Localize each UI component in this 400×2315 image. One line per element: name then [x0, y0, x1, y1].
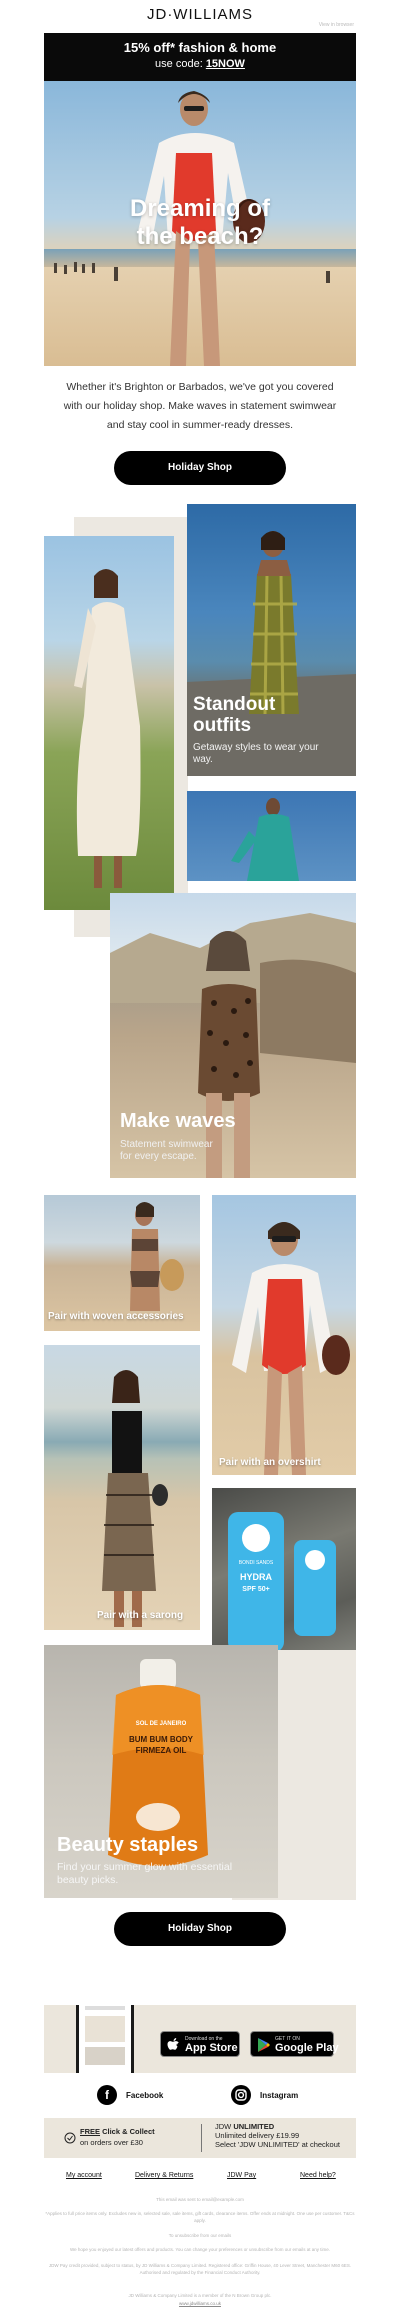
instagram-icon[interactable]: [231, 2085, 251, 2105]
intro-copy: Whether it's Brighton or Barbados, we've…: [63, 381, 337, 431]
leopard-swimsuit-figure: [110, 913, 356, 1178]
make-waves-subtitle-line1: Statement swimwear: [120, 1139, 213, 1150]
footer-link-account[interactable]: My account: [66, 2172, 102, 2179]
unlimited-title-line: JDW UNLIMITED: [215, 2122, 340, 2131]
facebook-icon[interactable]: f: [97, 2085, 117, 2105]
unlimited-text[interactable]: JDW UNLIMITED Unlimited delivery £19.99 …: [215, 2122, 340, 2149]
make-waves-subtitle: Statement swimwear for every escape.: [120, 1139, 213, 1163]
fine-print-credit: JDW Pay credit provided, subject to stat…: [48, 2263, 352, 2275]
footer-link-help[interactable]: Need help?: [300, 2172, 336, 2179]
instagram-glyph: [235, 2089, 247, 2101]
make-waves-subtitle-line2: for every escape.: [120, 1151, 197, 1162]
overshirt-image[interactable]: [212, 1195, 356, 1475]
click-collect-text[interactable]: FREE Click & Collect on orders over £30: [80, 2127, 155, 2147]
beauty-title: Beauty staples: [57, 1834, 199, 1856]
sarong-figure: [102, 1370, 168, 1627]
delivery-banner: FREE Click & Collect on orders over £30 …: [44, 2118, 356, 2158]
unlimited-title: UNLIMITED: [233, 2122, 275, 2131]
google-play-icon: [258, 2038, 270, 2052]
hero-title-line1: Dreaming of: [129, 195, 270, 222]
fine-print-preferences: We hope you enjoyed our latest offers an…: [70, 2247, 330, 2252]
promo-code-line: use code: 15NOW: [44, 55, 356, 70]
check-circle-icon: [64, 2132, 76, 2144]
promo-code: 15NOW: [205, 58, 245, 70]
delivery-divider: [201, 2124, 202, 2152]
footer-link-delivery[interactable]: Delivery & Returns: [135, 2172, 193, 2179]
fine-print-offer-terms: *Applies to full price items only. Exclu…: [45, 2211, 355, 2223]
instagram-link[interactable]: Instagram: [260, 2091, 298, 2100]
app-store-label: App Store: [185, 2042, 238, 2054]
woven-accessories-caption: Pair with woven accessories: [48, 1311, 184, 1322]
app-store-button[interactable]: Download on the App Store: [160, 2031, 240, 2057]
oil-label-line2: FIRMEZA OIL: [135, 1746, 187, 1755]
white-dress-image[interactable]: [44, 536, 174, 910]
unlimited-line2: Select 'JDW UNLIMITED' at checkout: [215, 2140, 340, 2149]
standout-title: Standout outfits: [193, 694, 275, 736]
standout-title-line1: Standout: [193, 694, 276, 715]
click-collect-free: FREE: [80, 2127, 101, 2136]
sarong-caption: Pair with a sarong: [97, 1610, 184, 1621]
oil-label-line1: BUM BUM BODY: [129, 1735, 193, 1744]
phone-mockup: [76, 2005, 134, 2073]
holiday-shop-button-2[interactable]: Holiday Shop: [114, 1912, 286, 1946]
fine-print-website-link[interactable]: www.jdwilliams.co.uk: [44, 2300, 356, 2307]
click-collect-label: Click & Collect: [100, 2127, 155, 2136]
facebook-link[interactable]: Facebook: [126, 2091, 163, 2100]
unlimited-line1: Unlimited delivery £19.99: [215, 2131, 300, 2140]
sunscreen-brand: BONDI SANDS: [238, 1560, 274, 1566]
google-play-label: Google Play: [275, 2042, 339, 2054]
standout-title-line2: outfits: [193, 715, 252, 736]
teal-dress-figure: [231, 798, 299, 881]
hero-title: Dreaming of the beach?: [44, 195, 356, 251]
app-download-banner: Download on the App Store GET IT ON Goog…: [44, 2005, 356, 2073]
oil-brand: SOL DE JANEIRO: [135, 1721, 187, 1727]
fine-print-recipient: This email was sent to email@example.com: [156, 2197, 244, 2202]
teal-dress-image[interactable]: [187, 791, 356, 881]
standout-subtitle: Getaway styles to wear your way.: [193, 742, 319, 765]
promo-code-prefix: use code:: [155, 58, 206, 70]
white-dress-figure: [74, 569, 141, 888]
sunscreen-name: HYDRA: [239, 1572, 272, 1582]
sunscreen-bottles: [228, 1512, 336, 1652]
fine-print-company: JD Williams & Company Limited is a membe…: [128, 2293, 272, 2298]
view-in-browser-link[interactable]: View in browser: [319, 22, 354, 28]
sunscreen-spf: SPF 50+: [242, 1586, 270, 1593]
unlimited-brand: JDW: [215, 2122, 232, 2131]
promo-banner[interactable]: 15% off* fashion & home use code: 15NOW: [44, 33, 356, 81]
make-waves-title: Make waves: [120, 1110, 236, 1132]
promo-headline: 15% off* fashion & home: [123, 40, 277, 55]
footer-link-pay[interactable]: JDW Pay: [227, 2172, 256, 2179]
beauty-subtitle: Find your summer glow with essential bea…: [57, 1861, 233, 1886]
phone-screen: [79, 2005, 131, 2073]
sarong-image[interactable]: [44, 1345, 200, 1630]
apple-icon: [167, 2038, 179, 2050]
hero-title-line2: the beach?: [136, 223, 264, 250]
fine-print-unsubscribe[interactable]: To unsubscribe from our emails: [44, 2232, 356, 2239]
click-collect-sub: on orders over £30: [80, 2138, 143, 2147]
overshirt-caption: Pair with an overshirt: [219, 1457, 321, 1468]
google-play-button[interactable]: GET IT ON Google Play: [250, 2031, 339, 2057]
holiday-shop-button[interactable]: Holiday Shop: [114, 451, 286, 485]
brand-logo[interactable]: JD·WILLIAMS: [0, 6, 400, 23]
make-waves-image[interactable]: [110, 893, 356, 1178]
click-collect-line: FREE Click & Collect: [80, 2127, 155, 2136]
overshirt-figure: [232, 1222, 350, 1475]
hero-image[interactable]: Dreaming of the beach?: [44, 81, 356, 366]
sunscreen-image[interactable]: BONDI SANDS HYDRA SPF 50+: [212, 1488, 356, 1666]
